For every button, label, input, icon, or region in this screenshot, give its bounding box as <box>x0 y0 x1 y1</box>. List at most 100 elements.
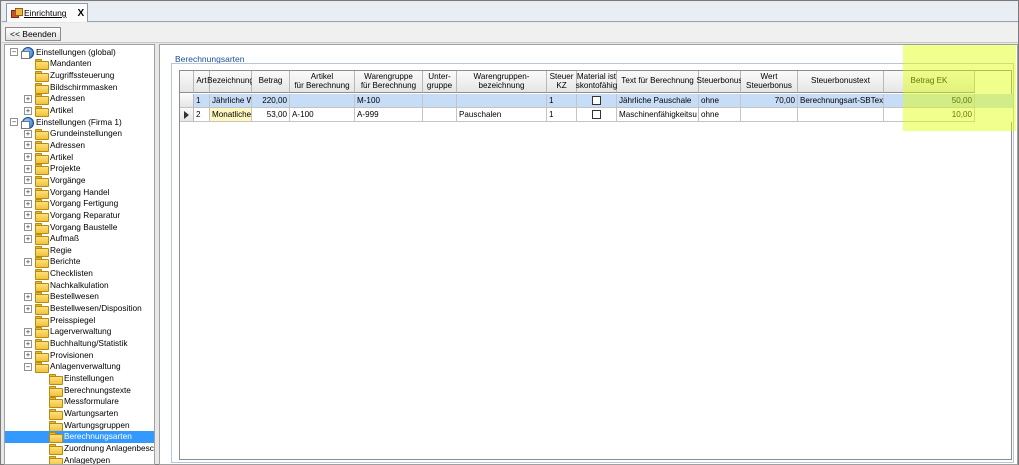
tree-item[interactable]: + Aufmaß <box>24 233 79 246</box>
row-indicator[interactable] <box>180 94 194 108</box>
tree-item[interactable]: + Projekte <box>24 163 80 176</box>
tree-item[interactable]: + Berichte <box>24 256 80 269</box>
expand-icon[interactable]: + <box>24 234 32 243</box>
expand-icon[interactable]: + <box>24 304 32 313</box>
col-steuerbonus-cell[interactable]: ohne <box>699 94 741 108</box>
tree-item[interactable]: Wartungsgruppen <box>38 419 130 432</box>
tree-item[interactable]: − Einstellungen (global) <box>10 47 116 60</box>
expand-icon[interactable]: + <box>24 176 32 185</box>
tree-item[interactable]: + Bestellwesen/Disposition <box>24 303 142 316</box>
expand-icon[interactable]: + <box>24 223 32 232</box>
col-steuer-kz-cell[interactable]: 1 <box>547 108 577 122</box>
expand-icon[interactable]: + <box>24 327 32 336</box>
table-row[interactable]: 1Jährliche Wartung220,00M-1001Jährliche … <box>180 94 1013 108</box>
close-icon[interactable]: X <box>78 8 85 19</box>
expand-icon[interactable]: + <box>24 351 32 360</box>
tree-item[interactable]: + Provisionen <box>24 349 93 362</box>
col-steuerbonus-header[interactable]: Steuerbonus <box>697 71 742 93</box>
col-warengruppen-bezeichnung-cell[interactable]: Pauschalen <box>457 108 547 122</box>
col-warengruppe-header[interactable]: Warengruppe für Berechnung <box>355 71 423 93</box>
tree-item[interactable]: + Artikel <box>24 105 73 118</box>
tree-item[interactable]: Zugriffssteuerung <box>24 70 114 83</box>
expand-icon[interactable]: + <box>24 339 32 348</box>
col-steuerbonus-cell[interactable]: ohne <box>699 108 741 122</box>
collapse-icon[interactable]: − <box>24 362 32 371</box>
tree-item[interactable]: Messformulare <box>38 396 119 409</box>
tree-item[interactable]: − Anlagenverwaltung <box>24 361 121 374</box>
tree-item[interactable]: + Buchhaltung/Statistik <box>24 338 127 351</box>
col-betrag-cell[interactable]: 53,00 <box>252 108 290 122</box>
col-artikel-cell[interactable] <box>290 94 355 108</box>
col-betrag-ek-cell[interactable]: 10,00 <box>884 108 975 122</box>
tree-item[interactable]: + Vorgang Baustelle <box>24 221 117 234</box>
expand-icon[interactable]: + <box>24 164 32 173</box>
col-untergruppe-cell[interactable] <box>423 108 457 122</box>
col-skontofaehig-cell[interactable] <box>577 94 617 108</box>
col-untergruppe-header[interactable]: Unter- gruppe <box>423 71 457 93</box>
tree-item[interactable]: Anlagetypen <box>38 454 110 464</box>
col-wert-steuerbonus-cell[interactable]: 70,00 <box>741 94 798 108</box>
tree-item[interactable]: Wartungsarten <box>38 408 118 420</box>
settings-tree[interactable]: − Einstellungen (global) Mandanten Zugriffs… <box>4 44 155 465</box>
tab-einrichtung[interactable]: Einrichtung X <box>6 3 88 22</box>
col-artikel-header[interactable]: Artikel für Berechnung <box>290 71 355 93</box>
col-text-berechnung-cell[interactable]: Maschinenfähigkeitsu <box>617 108 699 122</box>
col-skontofaehig-header[interactable]: Material ist skontofähig <box>576 71 617 93</box>
collapse-icon[interactable]: − <box>10 48 18 57</box>
row-indicator[interactable] <box>180 108 194 122</box>
expand-icon[interactable]: + <box>24 106 32 115</box>
col-steuerbonustext-header[interactable]: Steuerbonustext <box>798 71 884 93</box>
col-untergruppe-cell[interactable] <box>423 94 457 108</box>
expand-icon[interactable]: + <box>24 199 32 208</box>
tree-item[interactable]: + Lagerverwaltung <box>24 326 111 339</box>
col-warengruppe-cell[interactable]: M-100 <box>355 94 423 108</box>
expand-icon[interactable]: + <box>24 129 32 138</box>
skonto-checkbox[interactable] <box>592 109 601 119</box>
expand-icon[interactable]: + <box>24 211 32 220</box>
col-steuer-kz-header[interactable]: Steuer KZ <box>547 71 577 93</box>
expand-icon[interactable]: + <box>24 153 32 162</box>
tree-item[interactable]: + Bestellwesen <box>24 291 99 304</box>
tree-item[interactable]: − Einstellungen (Firma 1) <box>10 116 122 130</box>
tree-item[interactable]: Einstellungen <box>38 373 114 385</box>
tree-item[interactable]: Preisspiegel <box>24 314 95 327</box>
expand-icon[interactable]: + <box>24 292 32 301</box>
table-row[interactable]: 2Monatlicher Test53,00A-100A-999 Pauschal… <box>180 108 1013 122</box>
col-warengruppen-bezeichnung-header[interactable]: Warengruppen- bezeichnung <box>457 71 547 93</box>
tree-item[interactable]: + Vorgang Handel <box>24 186 110 199</box>
expand-icon[interactable]: + <box>24 257 32 266</box>
tree-item[interactable]: Zuordnung Anlagenbeschr <box>38 443 154 455</box>
calculation-types-grid[interactable]: Art Bezeichnung Betrag Artikel für Berechnu… <box>179 70 1013 460</box>
tree-item[interactable]: + Artikel <box>24 151 73 164</box>
col-bezeichnung-cell[interactable]: Monatlicher Test <box>210 108 252 122</box>
tree-item[interactable]: Checklisten <box>24 268 93 281</box>
tree-item[interactable]: Berechnungstexte <box>38 384 131 397</box>
col-steuerbonustext-cell[interactable] <box>798 108 884 122</box>
col-warengruppe-cell[interactable]: A-999 <box>355 108 423 122</box>
col-steuerbonustext-cell[interactable]: Berechnungsart-SBText <box>798 94 884 108</box>
col-artikel-cell[interactable]: A-100 <box>290 108 355 122</box>
col-text-berechnung-header[interactable]: Text für Berechnung <box>617 71 699 93</box>
col-text-berechnung-cell[interactable]: Jährliche Pauschale <box>617 94 699 108</box>
collapse-icon[interactable]: − <box>10 118 18 127</box>
col-warengruppen-bezeichnung-cell[interactable] <box>457 94 547 108</box>
tree-item[interactable]: Bildschirmmasken <box>24 81 117 94</box>
col-art-cell[interactable]: 2 <box>194 108 210 122</box>
col-betrag-cell[interactable]: 220,00 <box>252 94 290 108</box>
tree-item[interactable]: + Adressen <box>24 93 85 106</box>
tree-item[interactable]: Regie <box>24 245 72 257</box>
col-betrag-ek-cell[interactable]: 50,00 <box>884 94 975 108</box>
back-button[interactable]: << Beenden <box>5 27 62 41</box>
col-skontofaehig-cell[interactable] <box>577 108 617 122</box>
col-art-cell[interactable]: 1 <box>194 94 210 108</box>
tree-item[interactable]: + Vorgang Fertigung <box>24 198 118 211</box>
tree-item[interactable]: + Grundeinstellungen <box>24 128 122 141</box>
col-bezeichnung-header[interactable]: Bezeichnung <box>207 71 254 93</box>
col-steuer-kz-cell[interactable]: 1 <box>547 94 577 108</box>
expand-icon[interactable]: + <box>24 94 32 103</box>
col-bezeichnung-cell[interactable]: Jährliche Wartung <box>210 94 252 108</box>
tree-item[interactable]: Berechnungsarten <box>5 430 154 444</box>
tree-item[interactable]: + Vorgang Reparatur <box>24 210 120 222</box>
expand-icon[interactable]: + <box>24 141 32 150</box>
skonto-checkbox[interactable] <box>592 95 601 105</box>
